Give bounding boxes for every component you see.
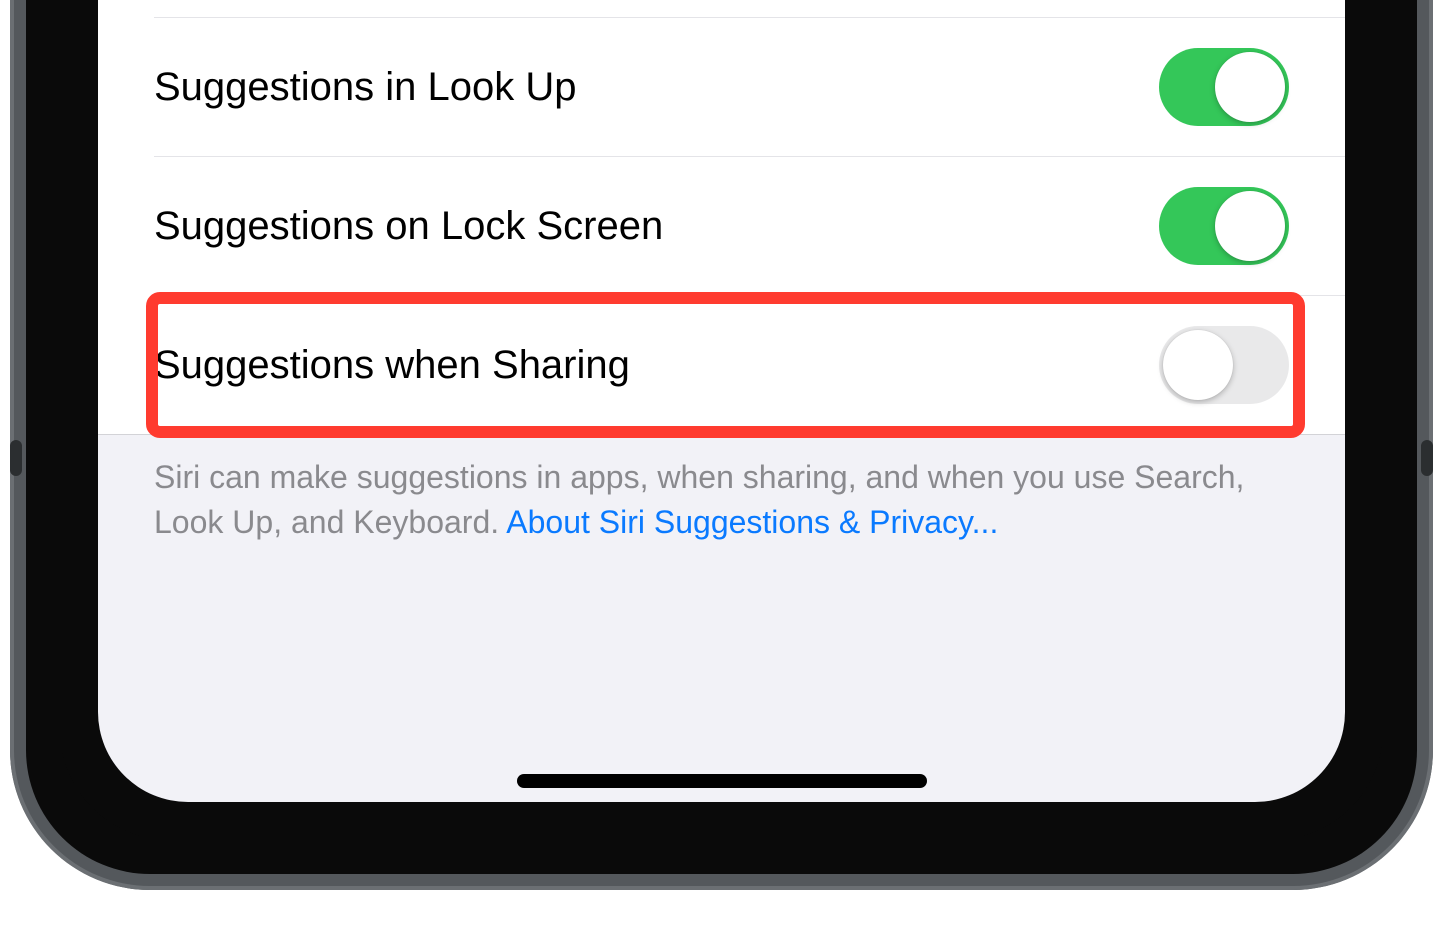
about-siri-suggestions-privacy-link[interactable]: About Siri Suggestions & Privacy... [506, 504, 998, 540]
phone-side-nub-right [1421, 440, 1433, 476]
phone-side-nub-left [10, 440, 22, 476]
toggle-knob [1163, 330, 1233, 400]
phone-mid-frame: SIRI SUGGESTIONS Suggestions in Search S… [26, 0, 1417, 874]
row-label: Suggestions in Look Up [154, 65, 577, 110]
toggle-suggestions-in-look-up[interactable] [1159, 48, 1289, 126]
toggle-knob [1215, 191, 1285, 261]
row-suggestions-on-lock-screen[interactable]: Suggestions on Lock Screen [154, 156, 1345, 295]
row-label: Suggestions on Lock Screen [154, 204, 663, 249]
home-indicator[interactable] [517, 774, 927, 788]
phone-inner-frame: SIRI SUGGESTIONS Suggestions in Search S… [60, 0, 1383, 840]
row-suggestions-in-look-up[interactable]: Suggestions in Look Up [154, 17, 1345, 156]
row-suggestions-in-search[interactable]: Suggestions in Search [98, 0, 1345, 17]
row-label: Suggestions when Sharing [154, 343, 630, 388]
row-suggestions-when-sharing[interactable]: Suggestions when Sharing [154, 295, 1345, 434]
device-mock-frame: SIRI SUGGESTIONS Suggestions in Search S… [0, 0, 1443, 945]
toggle-knob [1215, 52, 1285, 122]
toggle-suggestions-on-lock-screen[interactable] [1159, 187, 1289, 265]
settings-list: Suggestions in Search Suggestions in Loo… [98, 0, 1345, 435]
phone-outer-frame: SIRI SUGGESTIONS Suggestions in Search S… [10, 0, 1433, 890]
section-footer-text: Siri can make suggestions in apps, when … [98, 435, 1345, 585]
screen: SIRI SUGGESTIONS Suggestions in Search S… [98, 0, 1345, 802]
toggle-suggestions-when-sharing[interactable] [1159, 326, 1289, 404]
